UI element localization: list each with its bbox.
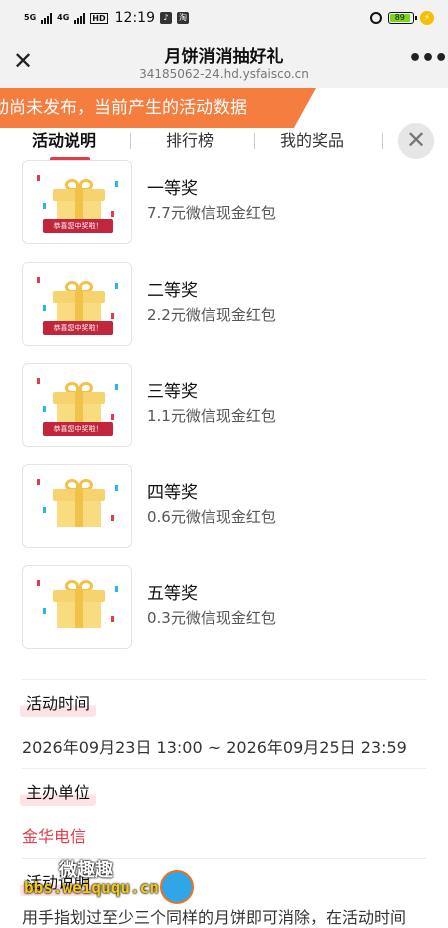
mascot-icon: [160, 870, 194, 904]
signal-icon: [41, 12, 53, 24]
prize-item: 四等奖 0.6元微信现金红包: [22, 464, 426, 548]
gift-box-icon: [53, 479, 105, 527]
prize-item: 五等奖 0.3元微信现金红包: [22, 565, 426, 649]
prize-gift-image: [22, 565, 132, 649]
prize-name: 二等奖: [147, 281, 198, 301]
network-4g-label: 4G: [57, 13, 70, 22]
tab-separator: [254, 133, 255, 149]
prize-item: 恭喜您中奖啦！ 三等奖 1.1元微信现金红包: [22, 363, 426, 447]
activity-time-value: 2026年09月23日 13:00 ~ 2026年09月25日 23:59: [22, 738, 407, 757]
organizer-value: 金华电信: [22, 827, 87, 846]
signal-icon-2: [74, 12, 86, 24]
battery-icon: 89: [388, 12, 417, 24]
prize-description: 0.6元微信现金红包: [147, 508, 276, 526]
prize-item: 恭喜您中奖啦！ 一等奖 7.7元微信现金红包: [22, 160, 426, 244]
section-divider: [22, 768, 426, 769]
taobao-icon: 淘: [176, 12, 189, 24]
battery-level: 89: [390, 14, 410, 22]
rules-text: 用手指划过至少三个同样的月饼即可消除，在活动时间: [22, 908, 407, 927]
unpublished-notice-banner: 动尚未发布，当前产生的活动数据: [0, 88, 316, 128]
prize-name: 四等奖: [147, 483, 198, 503]
prize-name: 五等奖: [147, 584, 198, 604]
prize-description: 2.2元微信现金红包: [147, 306, 276, 324]
tiktok-icon: ♪: [159, 12, 172, 24]
organizer-label: 主办单位: [20, 780, 97, 806]
tab-my-prizes[interactable]: 我的奖品: [280, 128, 344, 156]
status-bar: 5G 4G HD 12:19 ♪ 淘 89 ⚡: [0, 0, 448, 36]
hd-badge: HD: [90, 12, 108, 24]
prize-item: 恭喜您中奖啦！ 二等奖 2.2元微信现金红包: [22, 262, 426, 346]
prize-gift-image: 恭喜您中奖啦！: [22, 262, 132, 346]
nav-bar: ✕ 月饼消消抽好礼 34185062-24.hd.ysfaisco.cn •••: [0, 36, 448, 88]
prize-banner: 恭喜您中奖啦！: [43, 422, 113, 436]
network-5g-label: 5G: [24, 13, 37, 22]
status-right: 89 ⚡: [370, 11, 434, 25]
prize-description: 1.1元微信现金红包: [147, 407, 276, 425]
clock-time: 12:19: [114, 10, 155, 26]
tab-activity-description[interactable]: 活动说明: [32, 128, 96, 156]
more-options-icon[interactable]: •••: [408, 48, 448, 74]
watermark-url: bbs.weiququ.cn: [24, 878, 159, 897]
prize-description: 0.3元微信现金红包: [147, 609, 276, 627]
prize-name: 三等奖: [147, 382, 198, 402]
prize-gift-image: [22, 464, 132, 548]
prize-name: 一等奖: [147, 179, 198, 199]
close-panel-button[interactable]: ✕: [398, 123, 434, 159]
section-divider: [22, 679, 426, 680]
tab-separator: [130, 133, 131, 149]
prize-gift-image: 恭喜您中奖啦！: [22, 160, 132, 244]
status-left: 5G 4G HD 12:19 ♪ 淘: [24, 10, 189, 26]
activity-time-label: 活动时间: [20, 691, 97, 717]
alarm-icon: [370, 12, 382, 24]
notice-text: 动尚未发布，当前产生的活动数据: [0, 98, 247, 118]
prize-banner: 恭喜您中奖啦！: [43, 321, 113, 335]
prize-gift-image: 恭喜您中奖啦！: [22, 363, 132, 447]
page-url: 34185062-24.hd.ysfaisco.cn: [139, 67, 309, 81]
gift-box-icon: [53, 580, 105, 628]
page-title: 月饼消消抽好礼: [164, 47, 284, 67]
charging-icon: ⚡: [420, 11, 434, 25]
tab-separator: [382, 133, 383, 149]
prize-banner: 恭喜您中奖啦！: [43, 219, 113, 233]
tab-leaderboard[interactable]: 排行榜: [166, 128, 214, 156]
prize-description: 7.7元微信现金红包: [147, 204, 276, 222]
site-watermark: 微趣趣 bbs.weiququ.cn: [24, 856, 204, 906]
